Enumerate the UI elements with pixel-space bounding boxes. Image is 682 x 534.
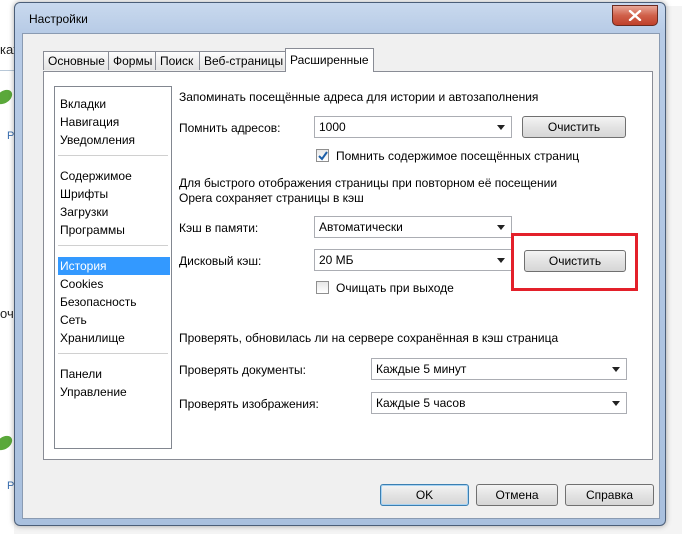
sidebar-item-content[interactable]: Содержимое	[58, 167, 170, 185]
sidebar-item-fonts[interactable]: Шрифты	[58, 185, 170, 203]
dropdown-arrow-icon	[497, 258, 505, 263]
close-button[interactable]	[612, 5, 658, 26]
sidebar-item-history[interactable]: История	[58, 257, 170, 275]
settings-dialog: Настройки Основные Формы Поиск Веб-стран…	[14, 2, 666, 526]
sidebar-item-programs[interactable]: Программы	[58, 221, 170, 239]
window-title: Настройки	[29, 12, 88, 26]
sidebar-item-management[interactable]: Управление	[58, 383, 170, 401]
history-section-title: Запоминать посещённые адреса для истории…	[179, 90, 539, 104]
disk-cache-select[interactable]: 20 МБ	[314, 249, 512, 271]
help-button[interactable]: Справка	[565, 484, 654, 506]
check-section-title: Проверять, обновилась ли на сервере сохр…	[179, 331, 559, 345]
check-images-select[interactable]: Каждые 5 часов	[371, 392, 627, 414]
tab-label: Веб-страницы	[204, 54, 284, 68]
list-divider	[58, 353, 168, 354]
red-highlight-box	[511, 233, 638, 291]
select-value: 1000	[319, 120, 346, 134]
check-images-label: Проверять изображения:	[179, 397, 319, 411]
tab-advanced[interactable]: Расширенные	[285, 48, 374, 72]
sidebar-item-security[interactable]: Безопасность	[58, 293, 170, 311]
sidebar-item-cookies[interactable]: Cookies	[58, 275, 170, 293]
memory-cache-label: Кэш в памяти:	[179, 221, 259, 235]
dialog-client-area: Основные Формы Поиск Веб-страницы Расшир…	[22, 33, 660, 519]
advanced-panel: Вкладки Навигация Уведомления Содержимое…	[43, 71, 653, 460]
cache-description-line1: Для быстрого отображения страницы при по…	[179, 176, 558, 190]
clear-history-button[interactable]: Очистить	[522, 116, 626, 138]
select-value: Каждые 5 минут	[376, 362, 467, 376]
select-value: 20 МБ	[319, 253, 354, 267]
tab-web-pages[interactable]: Веб-страницы	[199, 51, 286, 70]
cancel-button[interactable]: Отмена	[476, 484, 558, 506]
background-divider	[0, 70, 14, 71]
dropdown-arrow-icon	[497, 225, 505, 230]
category-list[interactable]: Вкладки Навигация Уведомления Содержимое…	[54, 86, 172, 449]
checkmark-icon	[318, 151, 328, 161]
title-bar[interactable]: Настройки	[15, 3, 665, 33]
sidebar-item-tabs[interactable]: Вкладки	[58, 95, 170, 113]
sidebar-item-navigation[interactable]: Навигация	[58, 113, 170, 131]
sidebar-item-network[interactable]: Сеть	[58, 311, 170, 329]
sidebar-item-downloads[interactable]: Загрузки	[58, 203, 170, 221]
tab-label: Формы	[113, 54, 153, 68]
list-divider	[58, 155, 168, 156]
ok-button[interactable]: OK	[380, 484, 469, 506]
memory-cache-select[interactable]: Автоматически	[314, 216, 512, 238]
disk-cache-label: Дисковый кэш:	[179, 254, 262, 268]
tab-label: Поиск	[160, 54, 194, 68]
clear-on-exit-checkbox[interactable]	[316, 281, 329, 294]
close-icon	[628, 10, 642, 21]
select-value: Автоматически	[319, 220, 403, 234]
remember-addresses-select[interactable]: 1000	[314, 116, 512, 138]
dropdown-arrow-icon	[612, 401, 620, 406]
tab-label: Расширенные	[290, 53, 369, 67]
sidebar-item-toolbars[interactable]: Панели	[58, 365, 170, 383]
cache-description-line2: Opera сохраняет страницы в кэш	[179, 191, 364, 205]
tab-basic[interactable]: Основные	[43, 51, 109, 70]
tab-forms[interactable]: Формы	[108, 51, 156, 70]
dropdown-arrow-icon	[612, 367, 620, 372]
remember-content-label: Помнить содержимое посещённых страниц	[336, 149, 580, 163]
sidebar-item-storage[interactable]: Хранилище	[58, 329, 170, 347]
list-divider	[58, 245, 168, 246]
leaf-icon	[0, 435, 13, 451]
check-documents-select[interactable]: Каждые 5 минут	[371, 358, 627, 380]
tab-search[interactable]: Поиск	[155, 51, 200, 70]
remember-addresses-label: Помнить адресов:	[179, 121, 281, 135]
dropdown-arrow-icon	[497, 125, 505, 130]
tab-label: Основные	[48, 54, 105, 68]
check-documents-label: Проверять документы:	[179, 363, 306, 377]
select-value: Каждые 5 часов	[376, 396, 466, 410]
leaf-icon	[0, 89, 13, 105]
remember-content-checkbox[interactable]	[316, 149, 329, 162]
sidebar-item-notifications[interactable]: Уведомления	[58, 131, 170, 149]
clear-on-exit-label: Очищать при выходе	[336, 281, 454, 295]
